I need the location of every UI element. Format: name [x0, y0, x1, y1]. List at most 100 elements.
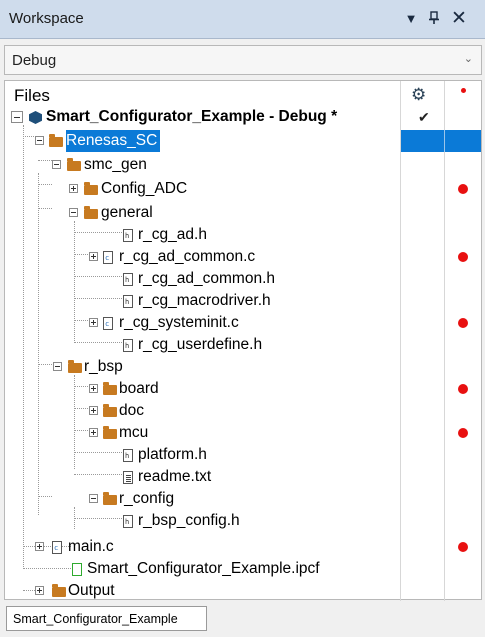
header-file-icon: h [123, 449, 133, 462]
selection-cells [401, 130, 481, 152]
folder-icon [52, 584, 66, 597]
folder-icon [103, 404, 117, 417]
tree-row-ipcf[interactable]: Smart_Configurator_Example.ipcf [5, 558, 481, 580]
collapse-toggle-icon[interactable] [35, 136, 44, 145]
tree-row-output[interactable]: Output [5, 580, 481, 602]
tree-row-label: platform.h [138, 446, 207, 463]
workspace-cube-icon [29, 111, 42, 124]
modified-dot-icon [458, 252, 468, 262]
tree-row-r-config[interactable]: r_config [5, 488, 481, 510]
collapse-toggle-icon[interactable] [69, 208, 78, 217]
c-file-icon: c [103, 251, 113, 264]
expand-toggle-icon[interactable] [89, 252, 98, 261]
tree-row-file[interactable]: c r_cg_systeminit.c [5, 312, 481, 334]
tree-row-config-adc[interactable]: Config_ADC [5, 178, 481, 200]
checkmark-icon[interactable]: ✔ [418, 106, 430, 128]
workspace-tab[interactable]: Smart_Configurator_Example [6, 606, 207, 631]
file-type-tag: h [125, 518, 130, 526]
panel-title: Workspace [9, 10, 84, 27]
file-type-tag: h [125, 298, 130, 306]
folder-icon [103, 492, 117, 505]
tree-row-label: smc_gen [84, 156, 147, 173]
tree-row-doc[interactable]: doc [5, 400, 481, 422]
tree-row-file[interactable]: h r_bsp_config.h [5, 510, 481, 532]
tree-row-label: r_bsp_config.h [138, 512, 240, 529]
tree-row-mcu[interactable]: mcu [5, 422, 481, 444]
tree-row-label: r_cg_userdefine.h [138, 336, 263, 353]
text-file-icon [123, 471, 133, 484]
modified-dot-icon [458, 428, 468, 438]
collapse-toggle-icon[interactable] [11, 111, 23, 123]
file-type-tag: h [125, 342, 130, 350]
folder-icon [84, 182, 98, 195]
ipcf-file-icon [72, 563, 82, 576]
tree-row-label: board [119, 380, 159, 397]
modified-dot-icon [458, 384, 468, 394]
configuration-value: Debug [12, 52, 57, 69]
workspace-tab-label: Smart_Configurator_Example [13, 612, 178, 626]
modified-dot-icon [458, 542, 468, 552]
folder-icon [103, 382, 117, 395]
c-file-icon: c [103, 317, 113, 330]
tree-row-main-c[interactable]: c main.c [5, 536, 481, 558]
expand-toggle-icon[interactable] [89, 318, 98, 327]
tree-row-renesas-sc[interactable]: Renesas_SC [5, 130, 481, 152]
pin-icon[interactable] [423, 6, 445, 30]
file-type-tag: c [105, 320, 110, 328]
tree-row-file[interactable]: h r_cg_macrodriver.h [5, 290, 481, 312]
tree-row-file[interactable]: h platform.h [5, 444, 481, 466]
tree-row-smc-gen[interactable]: smc_gen [5, 154, 481, 176]
chevron-down-icon[interactable]: ⌄ [464, 52, 473, 65]
folder-icon [67, 158, 81, 171]
expand-toggle-icon[interactable] [69, 184, 78, 193]
modified-dot-icon [458, 184, 468, 194]
tree-row-label: r_bsp [84, 358, 123, 375]
pin-icon-graphic [429, 11, 439, 24]
tree-row-label: r_cg_ad_common.c [119, 248, 256, 265]
tree-row-label: general [101, 204, 153, 221]
tree-row-label: r_cg_macrodriver.h [138, 292, 271, 309]
tree-row-label: main.c [68, 538, 114, 555]
header-file-icon: h [123, 515, 133, 528]
selection-cell-divider [444, 130, 445, 152]
folder-icon [84, 206, 98, 219]
c-file-icon: c [52, 541, 62, 554]
tree-row-file[interactable]: h r_cg_userdefine.h [5, 334, 481, 356]
close-icon[interactable]: ✕ [448, 6, 470, 30]
folder-icon [103, 426, 117, 439]
expand-toggle-icon[interactable] [89, 428, 98, 437]
expand-toggle-icon[interactable] [89, 384, 98, 393]
tree-row-board[interactable]: board [5, 378, 481, 400]
files-column-header[interactable]: Files [14, 86, 50, 106]
tree-row-r-bsp[interactable]: r_bsp [5, 356, 481, 378]
modified-dot-icon [458, 318, 468, 328]
expand-toggle-icon[interactable] [35, 542, 44, 551]
panel-title-bar[interactable]: Workspace ▼ ✕ [0, 0, 485, 39]
collapse-toggle-icon[interactable] [89, 494, 98, 503]
gear-icon[interactable]: ⚙ [411, 85, 426, 105]
tree-row-general[interactable]: general [5, 202, 481, 224]
tree-row-label: readme.txt [138, 468, 212, 485]
expand-toggle-icon[interactable] [35, 586, 44, 595]
expand-toggle-icon[interactable] [89, 406, 98, 415]
panel-menu-dropdown-icon[interactable]: ▼ [400, 6, 422, 30]
header-file-icon: h [123, 273, 133, 286]
tree-row-file[interactable]: c r_cg_ad_common.c [5, 246, 481, 268]
file-type-tag: h [125, 232, 130, 240]
modified-column-dot-icon[interactable] [461, 88, 466, 93]
tree-row-file[interactable]: h r_cg_ad_common.h [5, 268, 481, 290]
file-tree[interactable]: Files ⚙ Smart_Configurator_Example - Deb… [4, 80, 482, 602]
tree-row-file[interactable]: readme.txt [5, 466, 481, 488]
tree-row-file[interactable]: h r_cg_ad.h [5, 224, 481, 246]
tree-row-label: Config_ADC [101, 180, 188, 197]
tree-row-label: Output [68, 582, 115, 599]
configuration-select[interactable]: Debug ⌄ [4, 45, 482, 75]
folder-icon [68, 360, 82, 373]
collapse-toggle-icon[interactable] [53, 362, 62, 371]
file-type-tag: c [105, 254, 110, 262]
collapse-toggle-icon[interactable] [52, 160, 61, 169]
header-file-icon: h [123, 295, 133, 308]
header-file-icon: h [123, 339, 133, 352]
tree-row-project[interactable]: Smart_Configurator_Example - Debug * ✔ [5, 106, 481, 128]
tree-row-label: mcu [119, 424, 149, 441]
